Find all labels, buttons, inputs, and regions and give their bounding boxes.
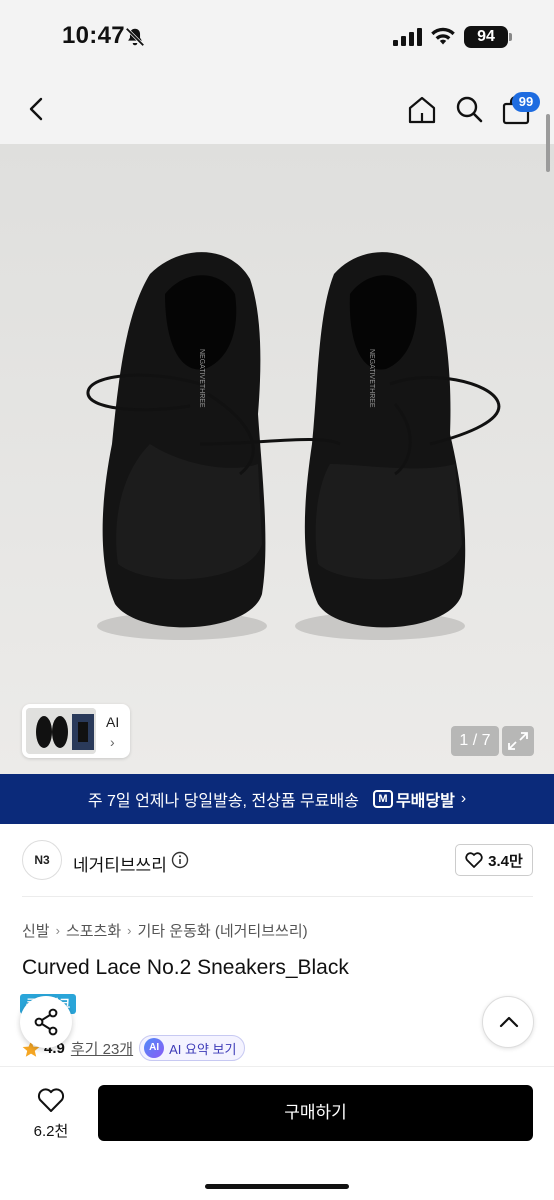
- brand-name[interactable]: 네거티브쓰리: [73, 851, 167, 876]
- shipping-service-logo: M 무배당발: [372, 787, 455, 811]
- heart-icon: [465, 852, 483, 868]
- chevron-right-icon: ›: [127, 923, 132, 938]
- product-title: Curved Lace No.2 Sneakers_Black: [22, 956, 349, 979]
- battery-cap: [509, 33, 512, 41]
- heart-icon: [37, 1088, 65, 1112]
- breadcrumb: 신발 › 스포츠화 › 기타 운동화 (네거티브쓰리): [22, 920, 308, 941]
- delivery-truck-icon: M: [372, 790, 393, 808]
- bell-muted-icon: [125, 27, 145, 47]
- cellular-signal-icon: [393, 28, 422, 46]
- reviews-link[interactable]: 후기 23개: [71, 1038, 133, 1059]
- status-bar: 10:47 94: [0, 0, 554, 76]
- home-indicator: [205, 1184, 349, 1189]
- product-photo-sneakers: NEGATIVETHREE NEGATIVETHREE: [0, 144, 554, 774]
- wishlist-button[interactable]: 6.2천: [28, 1087, 74, 1141]
- ai-summary-label: AI 요약 보기: [169, 1041, 237, 1057]
- scroll-indicator[interactable]: [546, 114, 550, 172]
- breadcrumb-item[interactable]: 스포츠화: [66, 920, 121, 941]
- thumbnail-image: [26, 708, 96, 754]
- shipping-banner-text: 주 7일 언제나 당일발송, 전상품 무료배송: [87, 793, 359, 810]
- breadcrumb-item[interactable]: 신발: [22, 920, 50, 941]
- divider: [22, 896, 533, 897]
- svg-text:NEGATIVETHREE: NEGATIVETHREE: [198, 349, 205, 408]
- shipping-logo-text: 무배당발: [395, 793, 455, 810]
- share-icon: [34, 1008, 58, 1036]
- ai-thumbnail-card[interactable]: AI ›: [22, 704, 130, 758]
- chevron-right-icon: ›: [460, 790, 467, 807]
- share-button[interactable]: [20, 996, 72, 1048]
- brand-row: N3 네거티브쓰리 3.4만: [0, 824, 554, 896]
- chevron-right-icon: ›: [55, 923, 60, 938]
- image-counter: 1 / 7: [451, 726, 499, 756]
- scroll-to-top-button[interactable]: [482, 996, 534, 1048]
- expand-icon: [508, 732, 528, 750]
- svg-text:NEGATIVETHREE: NEGATIVETHREE: [368, 349, 375, 408]
- brand-like-button[interactable]: 3.4만: [455, 844, 533, 876]
- top-nav-bar: [0, 76, 554, 144]
- home-icon[interactable]: [406, 94, 438, 126]
- ai-icon: AI: [144, 1038, 165, 1058]
- wifi-icon: [431, 27, 455, 45]
- status-time: 10:47: [62, 22, 125, 49]
- back-arrow-icon[interactable]: [22, 94, 52, 124]
- bottom-action-bar: 6.2천 구매하기: [0, 1066, 554, 1200]
- info-icon[interactable]: [171, 851, 189, 869]
- chevron-up-icon: [499, 1016, 519, 1028]
- brand-like-count: 3.4만: [488, 852, 523, 870]
- shipping-banner[interactable]: 주 7일 언제나 당일발송, 전상품 무료배송 M 무배당발 ›: [0, 774, 554, 824]
- product-image-gallery[interactable]: NEGATIVETHREE NEGATIVETHREE AI › 1 / 7: [0, 144, 554, 774]
- wishlist-count: 6.2천: [33, 1123, 69, 1140]
- thumbnail-ai-label: AI: [106, 714, 120, 730]
- buy-button[interactable]: 구매하기: [98, 1085, 533, 1141]
- battery-icon: 94: [464, 26, 508, 48]
- search-icon[interactable]: [453, 93, 485, 125]
- breadcrumb-item[interactable]: 기타 운동화 (네거티브쓰리): [138, 920, 308, 941]
- ai-summary-button[interactable]: AI AI 요약 보기: [139, 1035, 246, 1061]
- brand-logo[interactable]: N3: [22, 840, 62, 880]
- cart-count-badge: 99: [512, 92, 540, 112]
- chevron-right-icon: ›: [110, 734, 115, 750]
- expand-button[interactable]: [502, 726, 534, 756]
